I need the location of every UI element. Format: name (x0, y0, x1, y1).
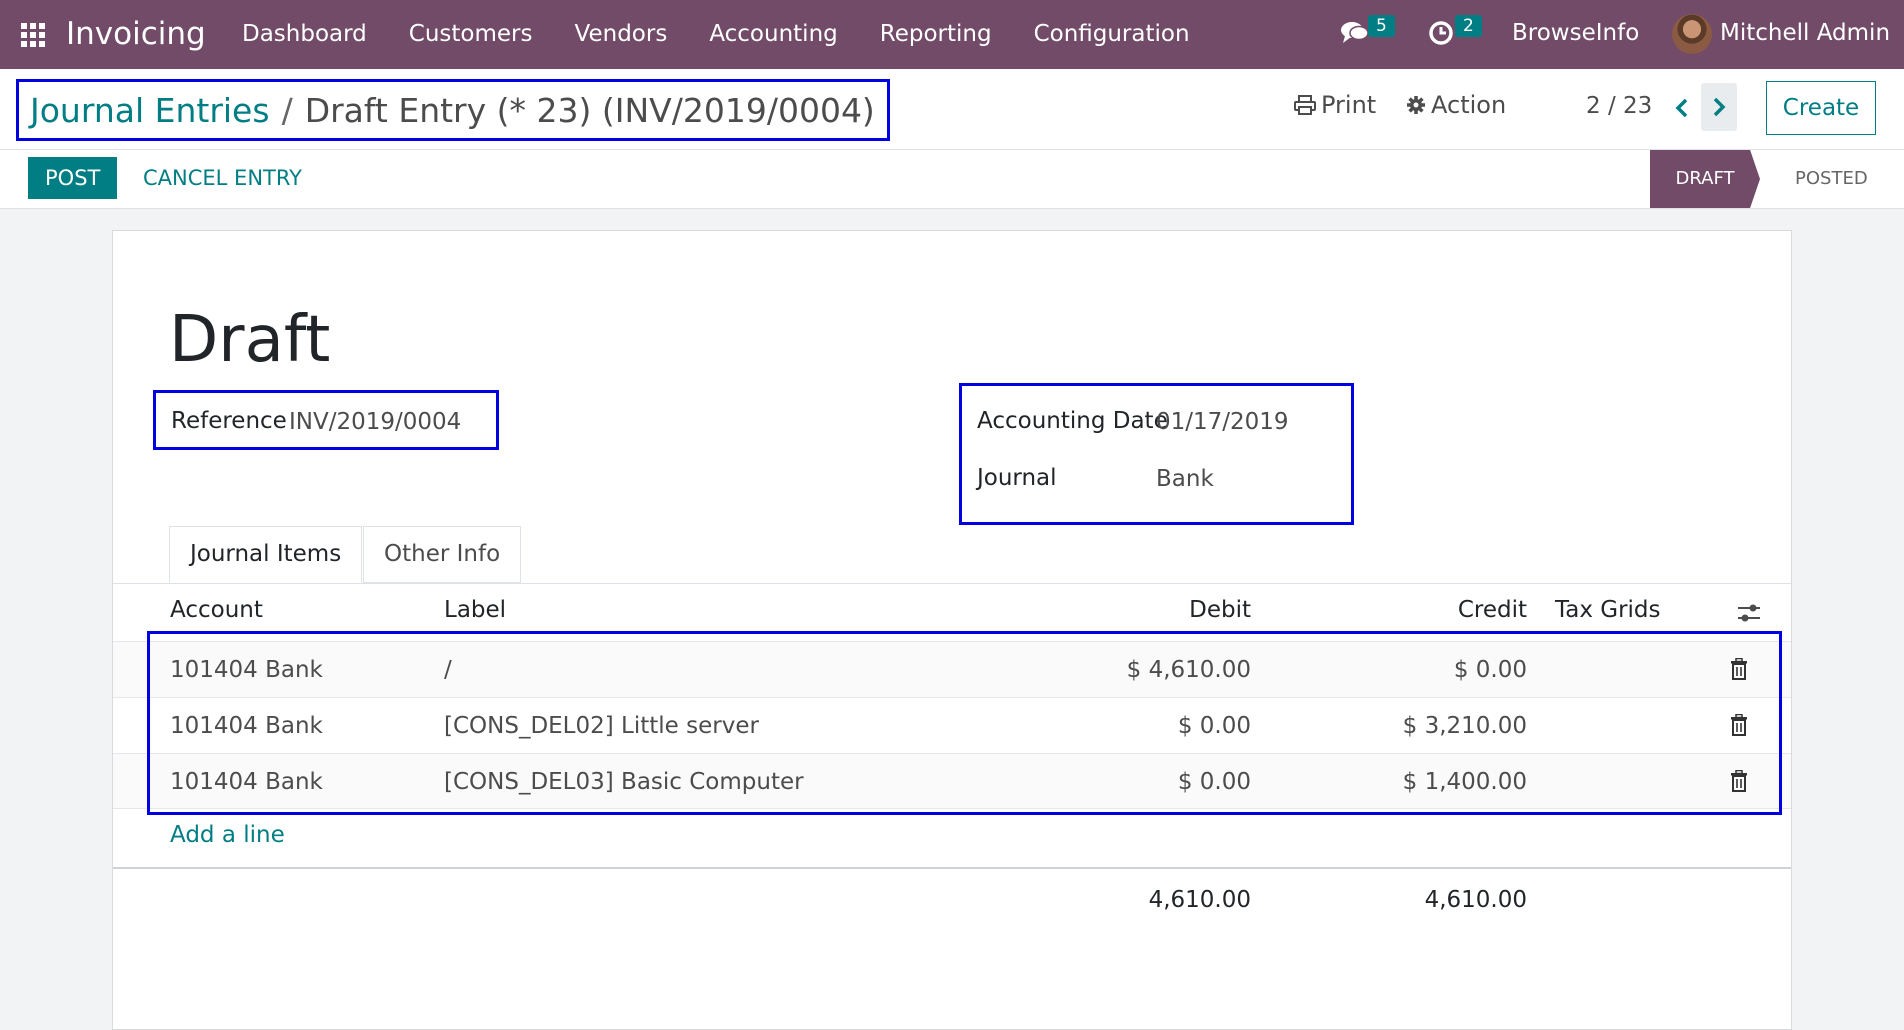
messages-badge: 5 (1368, 15, 1395, 37)
accounting-date-field[interactable]: 01/17/2019 (1156, 409, 1289, 435)
print-icon (1294, 95, 1316, 115)
row-label[interactable]: [CONS_DEL03] Basic Computer (444, 769, 804, 795)
activity-menu[interactable]: 2 (1427, 15, 1482, 50)
table-row[interactable]: 101404 Bank [CONS_DEL02] Little server $… (113, 697, 1791, 753)
column-header-label[interactable]: Label (444, 597, 506, 623)
date-journal-group: Accounting Date 01/17/2019 Journal Bank (959, 383, 1354, 525)
trash-icon[interactable] (1730, 658, 1748, 680)
chat-icon (1341, 22, 1369, 43)
pager-value[interactable]: 2 / 23 (1586, 93, 1652, 119)
chevron-right-icon[interactable] (1701, 83, 1737, 131)
gear-icon (1407, 96, 1425, 114)
notebook-tabs: Journal Items Other Info (113, 526, 1791, 584)
reference-field[interactable]: INV/2019/0004 (289, 409, 461, 435)
column-header-account[interactable]: Account (170, 597, 263, 623)
total-debit: 4,610.00 (1148, 887, 1251, 913)
tab-other-info[interactable]: Other Info (363, 526, 522, 583)
column-header-tax-grids[interactable]: Tax Grids (1555, 597, 1661, 623)
form-sheet: Draft Reference INV/2019/0004 Accounting… (112, 230, 1792, 1030)
row-account[interactable]: 101404 Bank (170, 713, 323, 739)
avatar[interactable] (1672, 14, 1712, 54)
messaging-menu[interactable]: 5 (1340, 15, 1395, 50)
main-navbar: Invoicing Dashboard Customers Vendors Ac… (0, 0, 1904, 69)
nav-item-dashboard[interactable]: Dashboard (242, 0, 367, 69)
clock-icon (1429, 21, 1453, 45)
nav-item-vendors[interactable]: Vendors (575, 0, 668, 69)
row-label[interactable]: [CONS_DEL02] Little server (444, 713, 759, 739)
action-label: Action (1431, 91, 1507, 119)
reference-label: Reference (171, 408, 287, 434)
nav-menu: Dashboard Customers Vendors Accounting R… (242, 0, 1232, 69)
column-header-debit[interactable]: Debit (1189, 597, 1251, 623)
breadcrumb-journal-entries[interactable]: Journal Entries (30, 91, 270, 130)
row-credit[interactable]: $ 3,210.00 (1403, 713, 1527, 739)
print-button[interactable]: Print (1294, 91, 1376, 119)
activities-badge: 2 (1455, 15, 1482, 37)
totals-divider (113, 867, 1791, 869)
trash-icon[interactable] (1730, 770, 1748, 792)
status-bar: POST CANCEL ENTRY DRAFT POSTED (0, 150, 1904, 209)
nav-item-customers[interactable]: Customers (409, 0, 533, 69)
control-panel: Journal Entries / Draft Entry (* 23) (IN… (0, 69, 1904, 150)
column-settings-icon[interactable] (1737, 602, 1761, 624)
row-credit[interactable]: $ 1,400.00 (1403, 769, 1527, 795)
state-title: Draft (169, 303, 331, 377)
journal-label: Journal (977, 465, 1057, 491)
nav-item-configuration[interactable]: Configuration (1034, 0, 1190, 69)
chevron-left-icon[interactable] (1667, 90, 1697, 126)
row-credit[interactable]: $ 0.00 (1454, 657, 1527, 683)
post-button[interactable]: POST (28, 157, 118, 199)
print-label: Print (1321, 91, 1377, 119)
total-credit: 4,610.00 (1424, 887, 1527, 913)
company-switcher[interactable]: BrowseInfo (1512, 20, 1639, 46)
reference-field-group: Reference INV/2019/0004 (153, 390, 499, 450)
journal-field[interactable]: Bank (1156, 466, 1214, 492)
row-account[interactable]: 101404 Bank (170, 657, 323, 683)
table-row[interactable]: 101404 Bank / $ 4,610.00 $ 0.00 (113, 641, 1791, 697)
breadcrumb-separator: / (281, 90, 293, 130)
breadcrumb-current: Draft Entry (* 23) (INV/2019/0004) (304, 90, 875, 130)
app-name[interactable]: Invoicing (66, 16, 206, 52)
action-button[interactable]: Action (1406, 91, 1506, 119)
nav-item-accounting[interactable]: Accounting (709, 0, 837, 69)
stage-posted[interactable]: POSTED (1795, 150, 1868, 208)
user-menu[interactable]: Mitchell Admin (1720, 20, 1890, 46)
stage-draft[interactable]: DRAFT (1650, 150, 1760, 208)
column-header-credit[interactable]: Credit (1458, 597, 1527, 623)
breadcrumb: Journal Entries / Draft Entry (* 23) (IN… (16, 79, 890, 141)
table-row[interactable]: 101404 Bank [CONS_DEL03] Basic Computer … (113, 753, 1791, 809)
row-debit[interactable]: $ 0.00 (1178, 769, 1251, 795)
apps-grid-icon[interactable] (20, 22, 46, 48)
row-debit[interactable]: $ 4,610.00 (1127, 657, 1251, 683)
row-debit[interactable]: $ 0.00 (1178, 713, 1251, 739)
cancel-entry-button[interactable]: CANCEL ENTRY (143, 157, 302, 199)
add-line-link[interactable]: Add a line (170, 822, 285, 848)
nav-item-reporting[interactable]: Reporting (880, 0, 992, 69)
accounting-date-label: Accounting Date (977, 408, 1168, 434)
row-account[interactable]: 101404 Bank (170, 769, 323, 795)
tab-journal-items[interactable]: Journal Items (169, 526, 363, 583)
row-label[interactable]: / (444, 657, 452, 683)
create-button[interactable]: Create (1766, 81, 1876, 135)
trash-icon[interactable] (1730, 714, 1748, 736)
